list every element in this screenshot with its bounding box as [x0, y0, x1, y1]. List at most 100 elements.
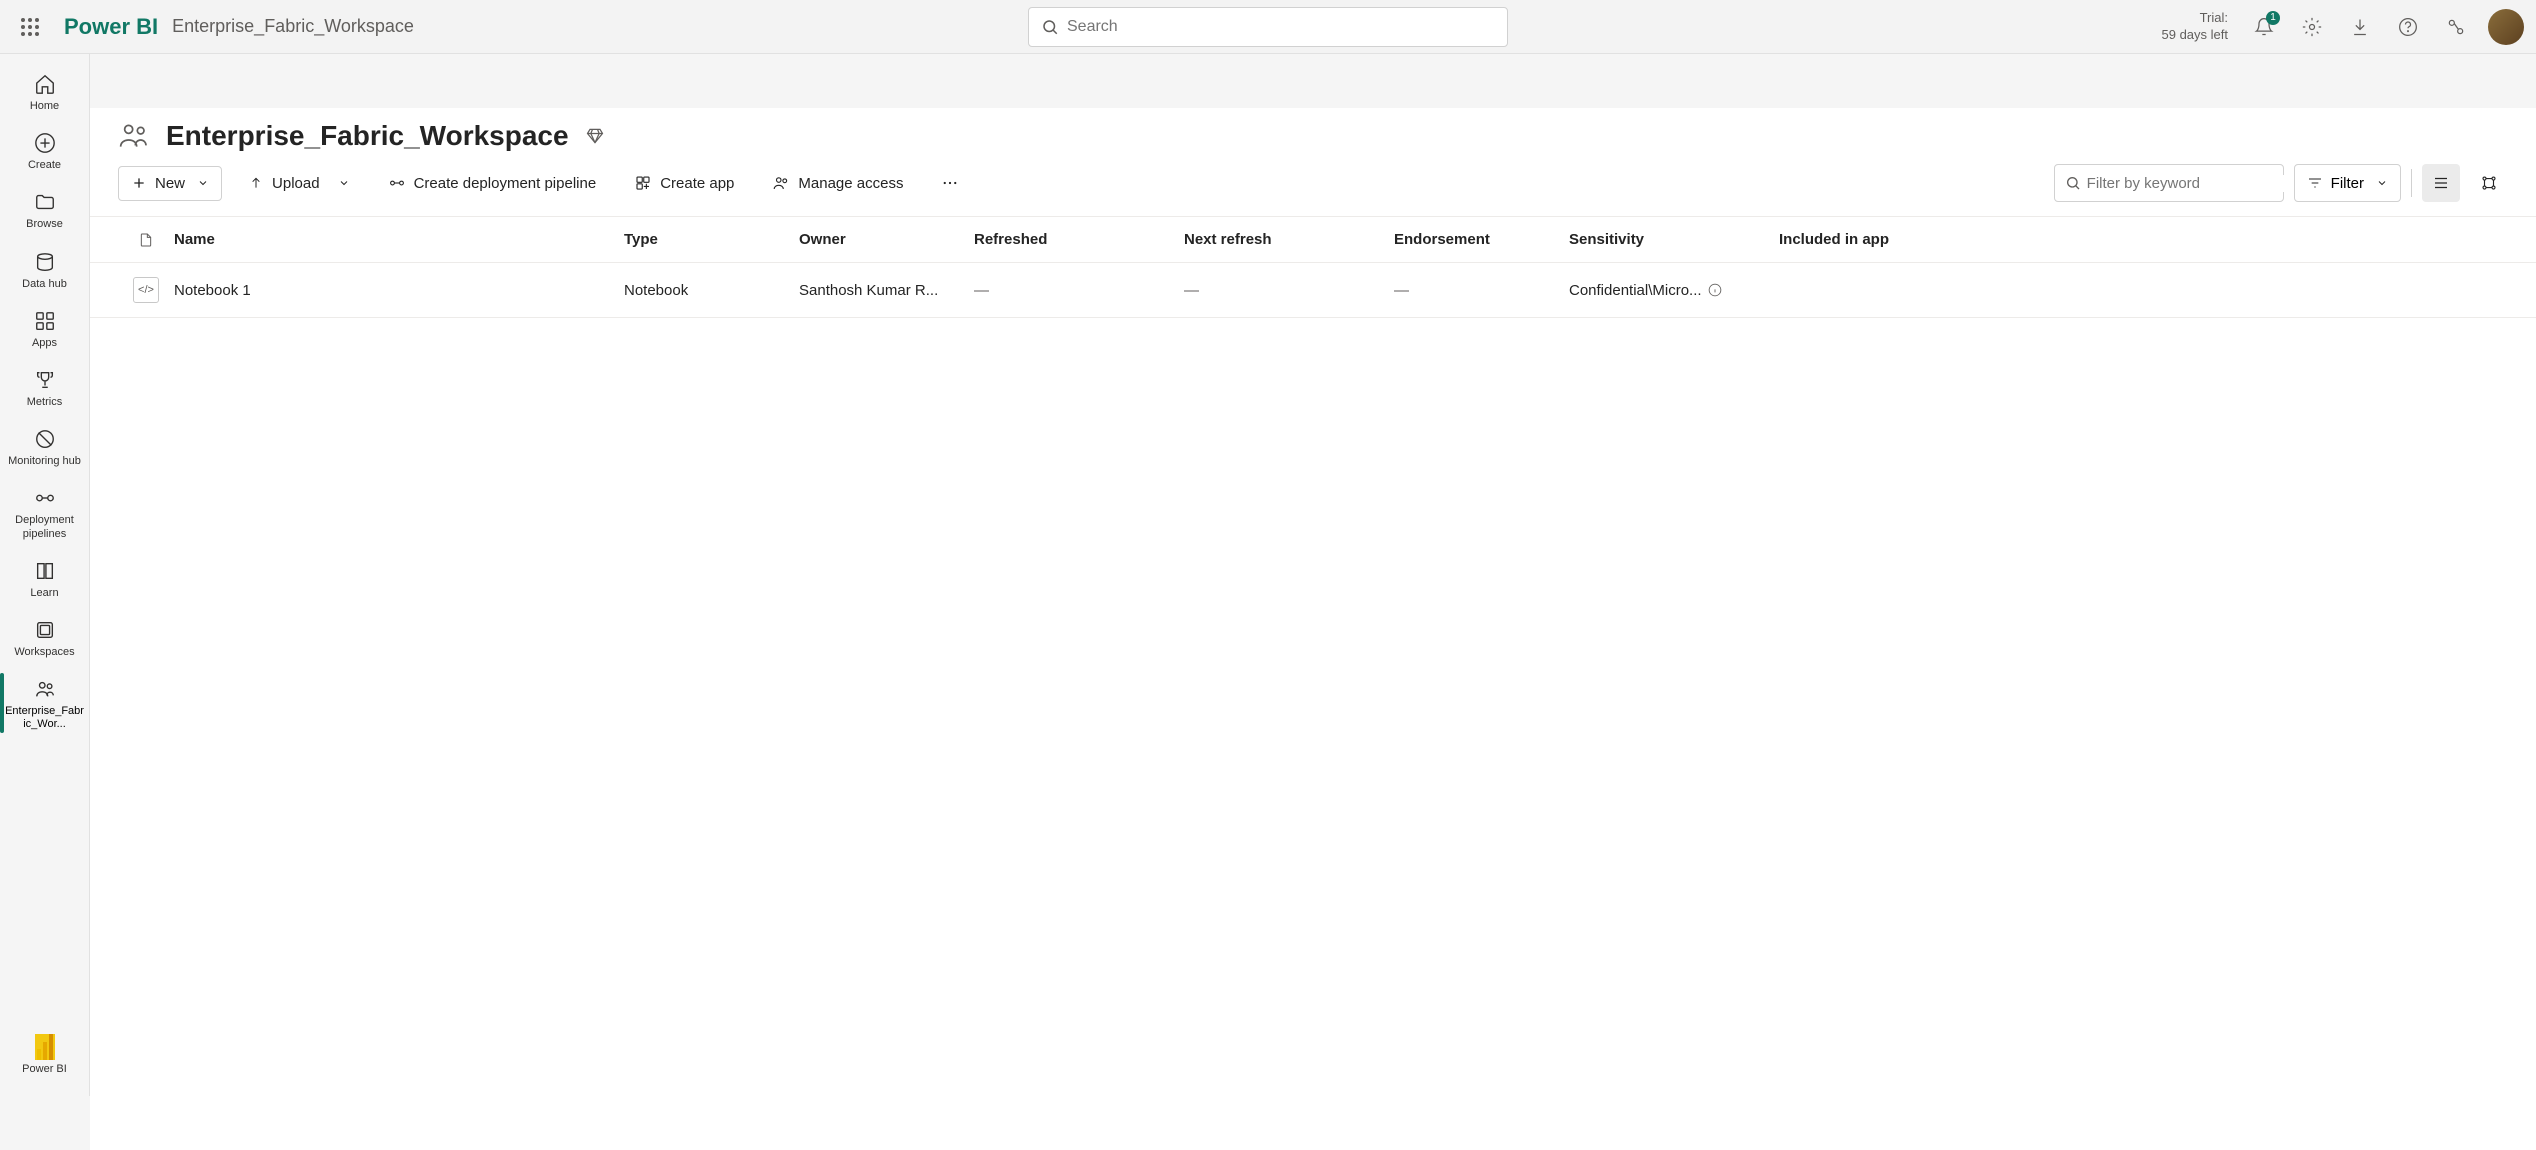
nav-metrics[interactable]: Metrics — [0, 358, 90, 417]
trophy-icon — [34, 369, 56, 391]
top-header: Power BI Enterprise_Fabric_Workspace Tri… — [0, 0, 2536, 54]
col-refreshed-header[interactable]: Refreshed — [974, 231, 1184, 248]
col-owner-header[interactable]: Owner — [799, 231, 974, 248]
upload-label: Upload — [272, 175, 320, 192]
nav-label: Apps — [32, 337, 57, 350]
nav-apps[interactable]: Apps — [0, 299, 90, 358]
trial-status: Trial: 59 days left — [2162, 10, 2229, 44]
search-container — [1028, 7, 1508, 47]
row-endorsement: — — [1394, 282, 1569, 299]
more-options-button[interactable] — [929, 166, 971, 200]
feedback-button[interactable] — [2436, 7, 2476, 47]
app-launcher-icon[interactable] — [12, 9, 48, 45]
notebook-icon: </> — [133, 277, 159, 303]
left-sidebar: Home Create Browse Data hub Apps Metrics… — [0, 54, 90, 1096]
filter-button[interactable]: Filter — [2294, 164, 2401, 202]
breadcrumb: Enterprise_Fabric_Workspace — [172, 16, 414, 37]
upload-icon — [248, 175, 264, 191]
table-header: Name Type Owner Refreshed Next refresh E… — [90, 217, 2536, 263]
workspace-header: Enterprise_Fabric_Workspace — [90, 108, 2536, 156]
search-input[interactable] — [1067, 18, 1495, 36]
col-included-header[interactable]: Included in app — [1779, 231, 2508, 248]
nav-data-hub[interactable]: Data hub — [0, 240, 90, 299]
nav-label: Browse — [26, 218, 63, 231]
table-row[interactable]: </> Notebook 1 Notebook Santhosh Kumar R… — [90, 263, 2536, 318]
toolbar-divider — [2411, 169, 2412, 197]
toolbar: New Upload Create deployment pipeline Cr… — [90, 156, 2536, 217]
nav-label: Monitoring hub — [8, 455, 81, 468]
workspace-people-icon — [118, 120, 150, 152]
download-button[interactable] — [2340, 7, 2380, 47]
row-owner: Santhosh Kumar R... — [799, 282, 974, 299]
search-box[interactable] — [1028, 7, 1508, 47]
nav-label: Data hub — [22, 278, 67, 291]
folder-icon — [34, 191, 56, 213]
create-app-button[interactable]: Create app — [622, 166, 746, 200]
monitoring-icon — [34, 428, 56, 450]
feedback-icon — [2446, 17, 2466, 37]
trial-label: Trial: — [2162, 10, 2229, 27]
pipeline-icon — [388, 174, 406, 192]
book-icon — [34, 560, 56, 582]
col-sensitivity-header[interactable]: Sensitivity — [1569, 231, 1779, 248]
nav-workspaces[interactable]: Workspaces — [0, 608, 90, 667]
notification-badge: 1 — [2266, 11, 2280, 25]
data-table: Name Type Owner Refreshed Next refresh E… — [90, 217, 2536, 318]
nav-learn[interactable]: Learn — [0, 549, 90, 608]
filter-keyword-input[interactable] — [2087, 175, 2286, 192]
help-button[interactable] — [2388, 7, 2428, 47]
row-name[interactable]: Notebook 1 — [174, 282, 624, 299]
manage-access-label: Manage access — [798, 175, 903, 192]
diamond-icon[interactable] — [585, 126, 605, 146]
filter-icon — [2307, 175, 2323, 191]
data-hub-icon — [34, 251, 56, 273]
col-endorsement-header[interactable]: Endorsement — [1394, 231, 1569, 248]
nav-browse[interactable]: Browse — [0, 180, 90, 239]
lineage-view-toggle[interactable] — [2470, 164, 2508, 202]
nav-pipelines[interactable]: Deployment pipelines — [0, 476, 90, 548]
manage-access-button[interactable]: Manage access — [760, 166, 915, 200]
nav-label: Create — [28, 159, 61, 172]
nav-monitoring[interactable]: Monitoring hub — [0, 417, 90, 476]
nav-label: Power BI — [22, 1063, 67, 1076]
nav-home[interactable]: Home — [0, 62, 90, 121]
lineage-icon — [2480, 174, 2498, 192]
nav-create[interactable]: Create — [0, 121, 90, 180]
nav-label: Deployment pipelines — [5, 514, 85, 540]
pipelines-icon — [34, 487, 56, 509]
download-icon — [2350, 17, 2370, 37]
plus-circle-icon — [34, 132, 56, 154]
upload-button[interactable]: Upload — [236, 167, 362, 200]
new-label: New — [155, 175, 185, 192]
gear-icon — [2302, 17, 2322, 37]
help-icon — [2398, 17, 2418, 37]
col-type-header[interactable]: Type — [624, 231, 799, 248]
people-small-icon — [772, 174, 790, 192]
list-view-toggle[interactable] — [2422, 164, 2460, 202]
main-content: Enterprise_Fabric_Workspace New Upload C… — [90, 108, 2536, 1150]
nav-label: Learn — [30, 587, 58, 600]
product-name[interactable]: Power BI — [64, 14, 158, 40]
notifications-button[interactable]: 1 — [2244, 7, 2284, 47]
new-button[interactable]: New — [118, 166, 222, 201]
search-icon — [2065, 175, 2081, 191]
filter-input-container[interactable] — [2054, 164, 2284, 202]
toolbar-right: Filter — [2054, 164, 2508, 202]
chevron-down-icon — [197, 177, 209, 189]
row-type: Notebook — [624, 282, 799, 299]
create-app-label: Create app — [660, 175, 734, 192]
create-pipeline-button[interactable]: Create deployment pipeline — [376, 166, 609, 200]
settings-button[interactable] — [2292, 7, 2332, 47]
col-next-header[interactable]: Next refresh — [1184, 231, 1394, 248]
user-avatar[interactable] — [2488, 9, 2524, 45]
row-sensitivity: Confidential\Micro... — [1569, 282, 1779, 299]
workspace-title: Enterprise_Fabric_Workspace — [166, 120, 569, 152]
nav-workspace-current[interactable]: Enterprise_Fabric_Wor... — [0, 667, 90, 739]
nav-powerbi[interactable]: Power BI — [0, 1025, 90, 1084]
col-name-header[interactable]: Name — [174, 231, 624, 248]
people-icon — [34, 678, 56, 700]
row-refreshed: — — [974, 282, 1184, 299]
nav-label: Enterprise_Fabric_Wor... — [5, 705, 85, 731]
nav-label: Home — [30, 100, 59, 113]
info-icon[interactable] — [1708, 283, 1722, 297]
